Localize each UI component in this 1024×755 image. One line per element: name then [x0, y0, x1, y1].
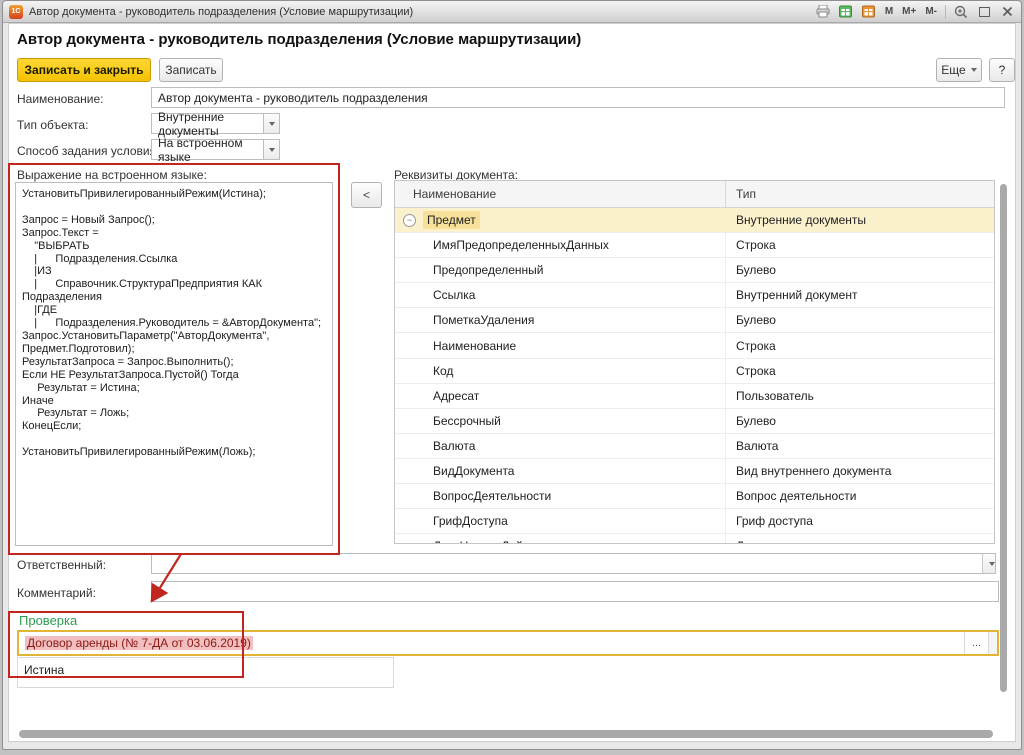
- expression-code[interactable]: УстановитьПривилегированныйРежим(Истина)…: [16, 183, 332, 464]
- print-icon[interactable]: [815, 4, 831, 20]
- collapse-icon[interactable]: −: [403, 214, 416, 227]
- attribute-name: Валюта: [433, 439, 475, 453]
- attributes-table-body: − Предмет Внутренние документы ИмяПредоп…: [395, 208, 994, 544]
- attribute-type: Внутренние документы: [736, 213, 866, 227]
- table-row[interactable]: ДатаНачалаДействия Дата: [395, 534, 994, 544]
- attribute-type: Строка: [736, 238, 776, 252]
- column-header-name[interactable]: Наименование: [395, 181, 725, 207]
- table-row[interactable]: Валюта Валюта: [395, 434, 994, 459]
- attribute-name: ИмяПредопределенныхДанных: [433, 238, 609, 252]
- attribute-name: Код: [433, 364, 453, 378]
- calendar-orange-icon[interactable]: [861, 4, 877, 20]
- table-row[interactable]: Адресат Пользователь: [395, 384, 994, 409]
- column-header-type[interactable]: Тип: [725, 181, 994, 207]
- attribute-type: Вопрос деятельности: [736, 489, 856, 503]
- app-window: 1С Автор документа - руководитель подраз…: [2, 0, 1022, 750]
- memory-m-plus-button[interactable]: М+: [901, 4, 917, 20]
- attribute-type: Валюта: [736, 439, 778, 453]
- vertical-scrollbar[interactable]: [1000, 184, 1007, 692]
- horizontal-scrollbar[interactable]: [19, 730, 993, 738]
- comment-label: Комментарий:: [17, 586, 96, 600]
- 1c-app-icon: 1С: [9, 5, 23, 19]
- close-icon[interactable]: [999, 4, 1015, 20]
- attribute-type: Вид внутреннего документа: [736, 464, 891, 478]
- attribute-name: ГрифДоступа: [433, 514, 508, 528]
- memory-m-button[interactable]: М: [884, 4, 894, 20]
- titlebar: 1С Автор документа - руководитель подраз…: [3, 1, 1021, 23]
- expression-label: Выражение на встроенном языке:: [17, 168, 207, 182]
- choose-button[interactable]: ...: [964, 632, 988, 654]
- attribute-name: ВидДокумента: [433, 464, 514, 478]
- more-button[interactable]: Еще: [936, 58, 982, 82]
- condition-method-label: Способ задания условия:: [17, 144, 159, 158]
- attribute-type: Строка: [736, 339, 776, 353]
- table-row[interactable]: Наименование Строка: [395, 333, 994, 358]
- attribute-type: Строка: [736, 364, 776, 378]
- table-row[interactable]: − Предмет Внутренние документы: [395, 208, 994, 233]
- window-title: Автор документа - руководитель подраздел…: [29, 6, 815, 18]
- table-row[interactable]: ИмяПредопределенныхДанных Строка: [395, 233, 994, 258]
- responsible-input[interactable]: [151, 553, 996, 574]
- help-button[interactable]: ?: [989, 58, 1015, 82]
- attribute-name: Адресат: [433, 389, 479, 403]
- condition-method-select[interactable]: На встроенном языке: [151, 139, 280, 160]
- maximize-icon[interactable]: [976, 4, 992, 20]
- zoom-magnifier-icon[interactable]: [953, 4, 969, 20]
- attribute-type: Дата: [736, 539, 763, 544]
- save-button[interactable]: Записать: [159, 58, 223, 82]
- table-row[interactable]: ГрифДоступа Гриф доступа: [395, 509, 994, 534]
- object-type-select[interactable]: Внутренние документы: [151, 113, 280, 134]
- check-document-field[interactable]: Договор аренды (№ 7-ДА от 03.06.2019) ..…: [17, 630, 999, 656]
- check-section-title[interactable]: Проверка: [19, 613, 77, 628]
- table-row[interactable]: ВидДокумента Вид внутреннего документа: [395, 459, 994, 484]
- table-row[interactable]: Ссылка Внутренний документ: [395, 283, 994, 308]
- attribute-type: Булево: [736, 263, 776, 277]
- object-type-label: Тип объекта:: [17, 118, 88, 132]
- clipped-button[interactable]: [988, 632, 997, 654]
- table-row[interactable]: ВопросДеятельности Вопрос деятельности: [395, 484, 994, 509]
- responsible-label: Ответственный:: [17, 558, 106, 572]
- name-input[interactable]: Автор документа - руководитель подраздел…: [151, 87, 1005, 108]
- table-row[interactable]: Бессрочный Булево: [395, 409, 994, 434]
- attributes-table: Наименование Тип − Предмет Внутренние до…: [394, 180, 995, 544]
- attribute-name: ВопросДеятельности: [433, 489, 551, 503]
- attribute-name: ПометкаУдаления: [433, 313, 534, 327]
- attribute-name: Наименование: [433, 339, 516, 353]
- check-result-box[interactable]: Истина: [17, 657, 394, 688]
- attribute-name: ДатаНачалаДействия: [433, 539, 554, 544]
- dropdown-icon[interactable]: [263, 139, 280, 160]
- comment-input[interactable]: [151, 581, 999, 602]
- expression-code-editor[interactable]: УстановитьПривилегированныйРежим(Истина)…: [15, 182, 333, 546]
- page-title: Автор документа - руководитель подраздел…: [17, 31, 581, 48]
- titlebar-separator: [945, 5, 946, 19]
- attribute-type: Булево: [736, 414, 776, 428]
- memory-m-minus-button[interactable]: М-: [924, 4, 938, 20]
- attribute-type: Внутренний документ: [736, 288, 857, 302]
- name-label: Наименование:: [17, 92, 104, 106]
- dropdown-icon[interactable]: [263, 113, 280, 134]
- attribute-type: Гриф доступа: [736, 514, 813, 528]
- move-left-button[interactable]: <: [351, 182, 382, 208]
- chevron-down-icon: [971, 68, 977, 72]
- table-row[interactable]: ПометкаУдаления Булево: [395, 308, 994, 333]
- attributes-table-header[interactable]: Наименование Тип: [395, 181, 994, 208]
- check-result-value: Истина: [24, 663, 64, 677]
- calendar-green-icon[interactable]: [838, 4, 854, 20]
- table-row[interactable]: Код Строка: [395, 359, 994, 384]
- attribute-name: Бессрочный: [433, 414, 501, 428]
- attribute-type: Булево: [736, 313, 776, 327]
- check-document-value: Договор аренды (№ 7-ДА от 03.06.2019): [25, 636, 253, 650]
- attribute-type: Пользователь: [736, 389, 814, 403]
- attribute-name: Предопределенный: [433, 263, 544, 277]
- attribute-name: Предмет: [423, 211, 480, 229]
- save-and-close-button[interactable]: Записать и закрыть: [17, 58, 151, 82]
- table-row[interactable]: Предопределенный Булево: [395, 258, 994, 283]
- attribute-name: Ссылка: [433, 288, 475, 302]
- dropdown-icon[interactable]: [982, 554, 996, 573]
